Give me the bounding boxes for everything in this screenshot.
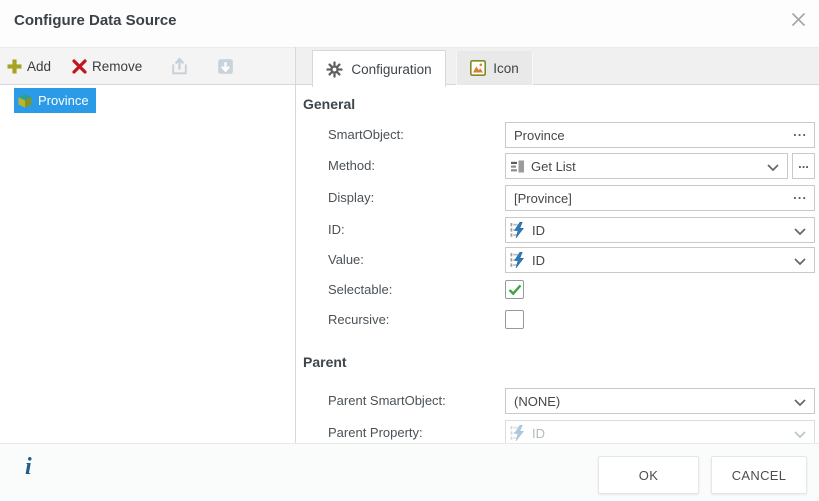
selectable-checkbox[interactable] (505, 280, 524, 299)
chevron-down-icon (794, 399, 806, 407)
display-field[interactable]: [Province] ... (505, 185, 815, 211)
method-list-icon (510, 159, 525, 174)
tab-configuration-label: Configuration (351, 62, 431, 77)
move-up-button[interactable] (166, 48, 193, 84)
parent-smartobject-dropdown[interactable]: (NONE) (505, 388, 815, 414)
parent-property-value: ID (532, 426, 545, 441)
tab-icon[interactable]: Icon (456, 51, 533, 85)
picture-icon (470, 60, 486, 76)
ok-button[interactable]: OK (598, 456, 699, 494)
chevron-down-icon (767, 164, 779, 172)
recursive-checkbox[interactable] (505, 310, 524, 329)
chevron-down-icon (794, 228, 806, 236)
list-item-label: Province (38, 93, 89, 108)
parent-property-label: Parent Property: (328, 425, 423, 440)
autonumber-property-icon (510, 252, 526, 268)
remove-button-label: Remove (92, 59, 142, 74)
remove-x-icon (72, 59, 87, 74)
list-toolbar: Add Remove (0, 47, 295, 85)
autonumber-property-icon (510, 222, 526, 238)
dialog-footer: i OK CANCEL (0, 443, 819, 501)
tab-icon-label: Icon (493, 61, 519, 76)
add-button[interactable]: Add (4, 48, 54, 84)
list-item-province[interactable]: Province (14, 88, 96, 113)
tab-configuration[interactable]: Configuration (312, 50, 446, 87)
add-plus-icon (7, 59, 22, 74)
smartobject-cube-icon (17, 93, 33, 109)
info-icon: i (25, 454, 32, 481)
display-value: [Province] (514, 191, 572, 206)
tab-strip: Configuration Icon (296, 47, 819, 85)
dialog-title: Configure Data Source (14, 12, 177, 29)
add-button-label: Add (27, 59, 51, 74)
general-section-heading: General (303, 96, 355, 112)
smartobject-label: SmartObject: (328, 127, 404, 142)
value-label: Value: (328, 252, 364, 267)
cancel-button[interactable]: CANCEL (711, 456, 807, 494)
remove-button[interactable]: Remove (69, 48, 145, 84)
data-source-list: Province (0, 85, 295, 443)
method-ellipsis-button[interactable]: ... (792, 153, 815, 179)
move-down-button[interactable] (212, 48, 239, 84)
parent-section-heading: Parent (303, 354, 347, 370)
parent-smartobject-value: (NONE) (514, 394, 560, 409)
chevron-down-icon (794, 258, 806, 266)
method-value: Get List (531, 159, 576, 174)
smartobject-ellipsis-button[interactable]: ... (793, 124, 807, 139)
method-label: Method: (328, 158, 375, 173)
smartobject-field[interactable]: Province ... (505, 122, 815, 148)
display-ellipsis-button[interactable]: ... (793, 187, 807, 202)
smartobject-value: Province (514, 128, 565, 143)
id-label: ID: (328, 222, 345, 237)
title-bar: Configure Data Source (0, 0, 819, 47)
configuration-form: General SmartObject: Province ... Method… (296, 86, 819, 443)
selectable-label: Selectable: (328, 282, 392, 297)
recursive-label: Recursive: (328, 312, 389, 327)
parent-smartobject-label: Parent SmartObject: (328, 393, 446, 408)
checkmark-icon (508, 284, 522, 296)
configure-data-source-dialog: Configure Data Source Add Remove (0, 0, 819, 501)
display-label: Display: (328, 190, 374, 205)
id-value: ID (532, 223, 545, 238)
value-value: ID (532, 253, 545, 268)
autonumber-property-icon (510, 425, 526, 441)
method-dropdown[interactable]: Get List (505, 153, 788, 179)
parent-property-dropdown: ID (505, 420, 815, 443)
gear-icon (326, 61, 343, 78)
close-icon[interactable] (789, 10, 807, 28)
move-up-icon (169, 56, 190, 77)
chevron-down-icon (794, 431, 806, 439)
id-dropdown[interactable]: ID (505, 217, 815, 243)
move-down-icon (215, 56, 236, 77)
value-dropdown[interactable]: ID (505, 247, 815, 273)
